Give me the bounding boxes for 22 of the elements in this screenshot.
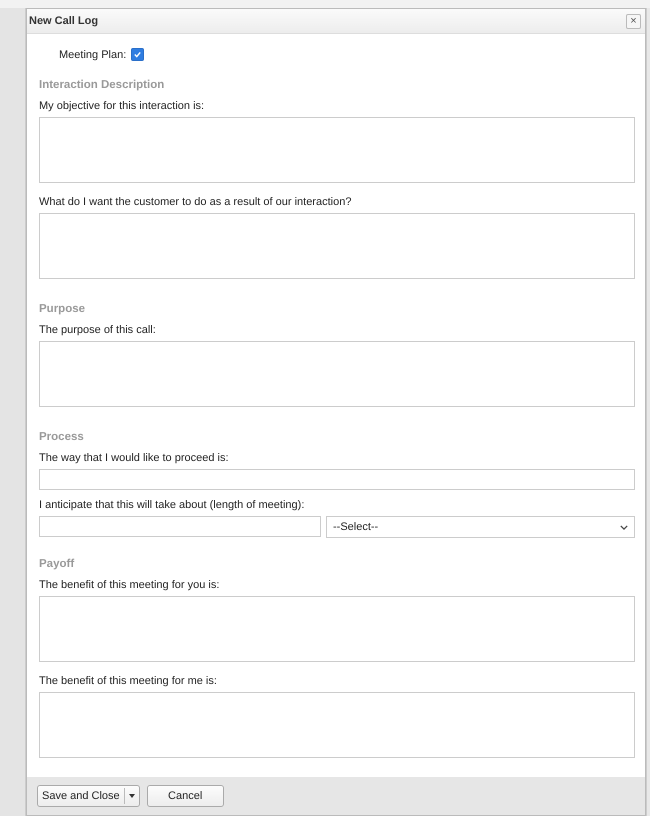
check-icon [133,50,142,59]
meeting-plan-checkbox[interactable] [131,48,144,61]
field-label: The benefit of this meeting for you is: [39,579,220,591]
field-label: The way that I would like to proceed is: [39,452,230,464]
close-button[interactable]: × [626,14,641,28]
field-label: The purpose of this call: [39,324,157,336]
section-heading: Purpose [39,303,86,315]
section-heading: Payoff [39,558,76,570]
cancel-button[interactable]: Cancel [146,785,224,807]
field-label: I anticipate that this will take about (length of meeting): [39,499,306,511]
select-dropdown[interactable]: --Select-- [326,516,635,538]
field-label: My objective for this interaction is: [39,100,206,112]
select-value: --Select-- [333,521,378,533]
caret-icon [620,524,628,530]
save-and-close-button[interactable]: Save and Close [37,785,140,807]
caret-icon [128,794,135,798]
dialog-title: New Call Log [29,15,98,27]
section-heading: Process [39,431,85,443]
section-heading: Interaction Description [39,79,166,91]
field-label: What do I want the customer to do as a result of our interaction? [39,196,352,208]
meeting-plan-label: Meeting Plan: [59,48,126,60]
field-label: The benefit of this meeting for me is: [39,675,218,687]
